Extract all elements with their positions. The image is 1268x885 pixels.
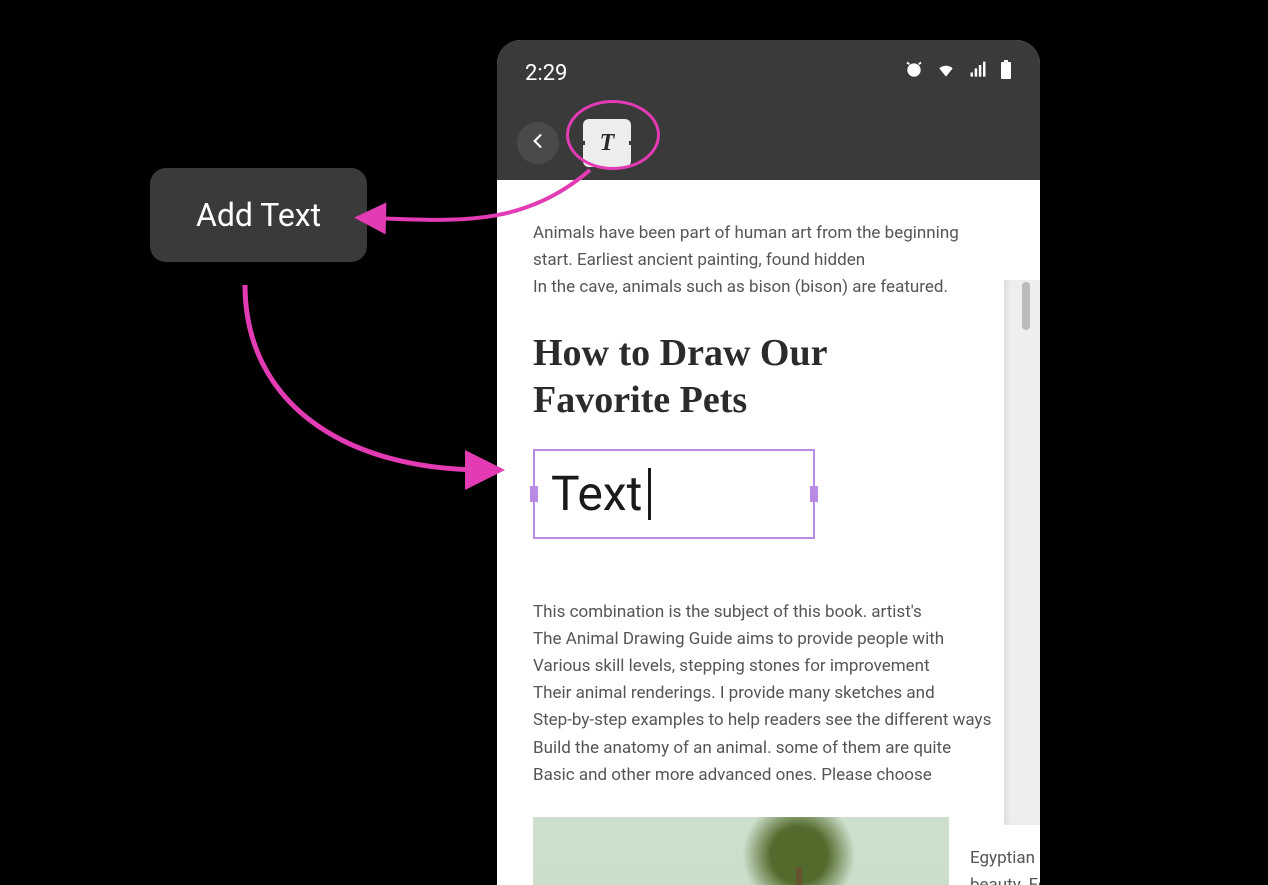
signal-icon: [968, 60, 988, 86]
status-icons: [904, 60, 1012, 86]
wifi-icon: [936, 60, 956, 86]
page-heading: How to Draw Our Favorite Pets: [533, 330, 1004, 425]
editable-text-content[interactable]: Text: [551, 465, 642, 522]
text-tool-button[interactable]: T: [583, 119, 631, 167]
resize-handle-right[interactable]: [810, 486, 818, 502]
text-tool-icon: T: [600, 130, 615, 157]
alarm-icon: [904, 60, 924, 86]
next-page-peek[interactable]: [1004, 280, 1040, 825]
document-canvas[interactable]: Animals have been part of human art from…: [497, 180, 1040, 885]
battery-icon: [1000, 60, 1012, 86]
resize-handle-left[interactable]: [530, 486, 538, 502]
intro-paragraph: Animals have been part of human art from…: [533, 220, 1004, 302]
tooltip-label: Add Text: [196, 196, 321, 234]
body-paragraph: This combination is the subject of this …: [533, 599, 1004, 789]
status-bar: 2:29: [497, 40, 1040, 106]
back-button[interactable]: [517, 122, 559, 164]
text-caret: [648, 468, 651, 520]
arrow-left-icon: [528, 131, 548, 155]
annotation-arrow-to-textbox: [245, 285, 485, 470]
add-text-tooltip: Add Text: [150, 168, 367, 262]
app-bar: T: [497, 106, 1040, 180]
peek-paragraph: Egyptian a beauty. Fo: [970, 845, 1040, 885]
phone-mockup: 2:29 T Animals: [497, 40, 1040, 885]
status-time: 2:29: [525, 61, 567, 86]
scrollbar-thumb[interactable]: [1022, 282, 1030, 330]
illustration-image: [533, 817, 949, 885]
editable-text-box[interactable]: Text: [533, 449, 815, 539]
